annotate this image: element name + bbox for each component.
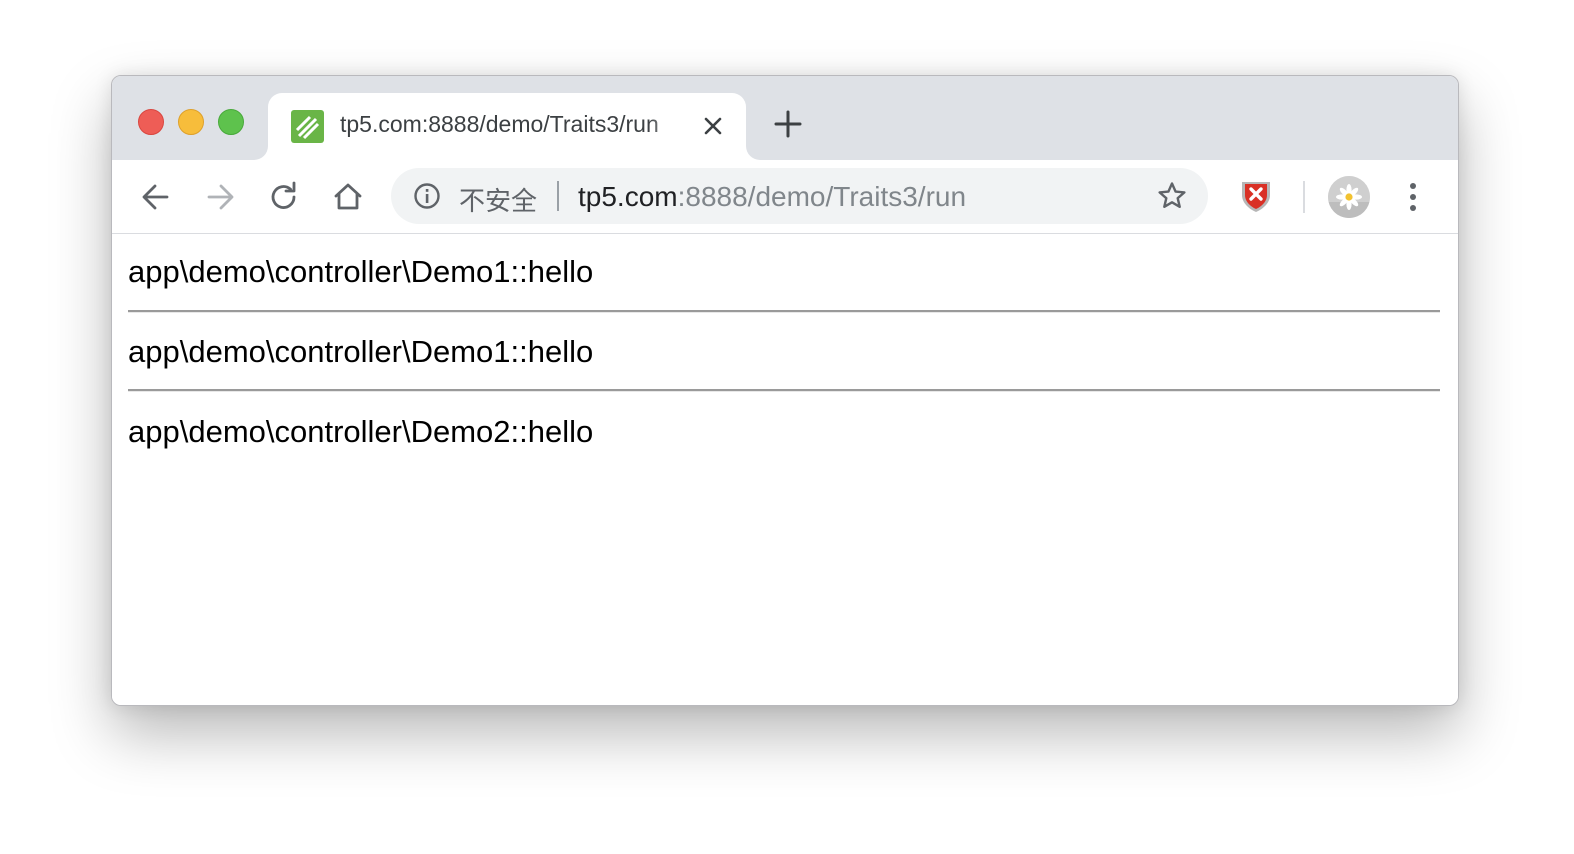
output-line-2: app\demo\controller\Demo1::hello [128, 334, 594, 369]
info-icon[interactable] [413, 182, 441, 210]
tab-strip: tp5.com:8888/demo/Traits3/run [112, 76, 1458, 160]
omnibox-divider [557, 181, 559, 211]
horizontal-rule-2 [128, 389, 1440, 392]
tab-active[interactable]: tp5.com:8888/demo/Traits3/run [268, 93, 746, 160]
horizontal-rule-1 [128, 310, 1440, 313]
thinkphp-favicon-icon [291, 110, 324, 143]
close-window-button[interactable] [138, 109, 164, 135]
more-menu-icon[interactable] [1398, 177, 1428, 217]
shield-x-extension-icon[interactable] [1238, 178, 1274, 214]
security-status-label[interactable]: 不安全 [459, 181, 537, 218]
new-tab-plus-icon[interactable] [774, 110, 802, 138]
home-icon[interactable] [328, 177, 368, 217]
address-bar[interactable]: 不安全 tp5.com:8888/demo/Traits3/run [391, 168, 1208, 224]
toolbar-divider [1303, 181, 1305, 213]
url-text[interactable]: tp5.com:8888/demo/Traits3/run [578, 181, 966, 213]
output-line-1: app\demo\controller\Demo1::hello [128, 254, 594, 289]
profile-avatar-icon[interactable] [1328, 176, 1370, 218]
reload-icon[interactable] [264, 177, 304, 217]
back-arrow-icon[interactable] [136, 177, 176, 217]
toolbar: 不安全 tp5.com:8888/demo/Traits3/run [112, 160, 1458, 234]
url-host: tp5.com [578, 181, 678, 212]
bookmark-star-icon[interactable] [1156, 180, 1188, 212]
maximize-window-button[interactable] [218, 109, 244, 135]
tab-close-icon[interactable] [702, 115, 724, 137]
browser-window: tp5.com:8888/demo/Traits3/run 不安全 tp5.co… [111, 75, 1459, 706]
tab-title: tp5.com:8888/demo/Traits3/run [340, 111, 659, 137]
forward-arrow-icon[interactable] [200, 177, 240, 217]
url-path: :8888/demo/Traits3/run [677, 181, 967, 212]
minimize-window-button[interactable] [178, 109, 204, 135]
output-line-3: app\demo\controller\Demo2::hello [128, 414, 594, 449]
page-content: app\demo\controller\Demo1::hello app\dem… [112, 234, 1458, 705]
